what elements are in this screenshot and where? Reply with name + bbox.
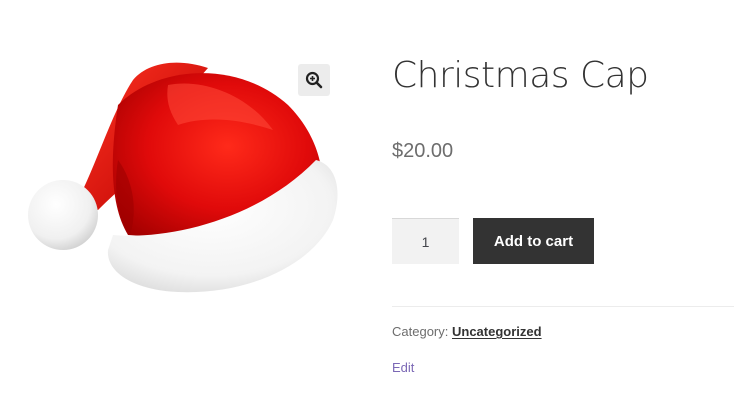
product-meta: Category: Uncategorized — [392, 324, 542, 339]
add-to-cart-form: Add to cart — [392, 218, 594, 264]
divider — [392, 306, 734, 307]
product-page: Christmas Cap $20.00 Add to cart Categor… — [0, 0, 734, 400]
category-label: Category: — [392, 324, 449, 339]
product-price: $20.00 — [392, 140, 454, 162]
quantity-input[interactable] — [392, 218, 459, 264]
add-to-cart-button[interactable]: Add to cart — [473, 218, 594, 264]
product-summary: Christmas Cap $20.00 Add to cart Categor… — [392, 0, 734, 400]
edit-link[interactable]: Edit — [392, 360, 414, 375]
zoom-button[interactable] — [298, 64, 330, 96]
magnify-plus-icon — [305, 71, 323, 89]
product-title: Christmas Cap — [392, 55, 649, 96]
product-gallery — [0, 40, 345, 310]
category-link[interactable]: Uncategorized — [452, 324, 542, 339]
